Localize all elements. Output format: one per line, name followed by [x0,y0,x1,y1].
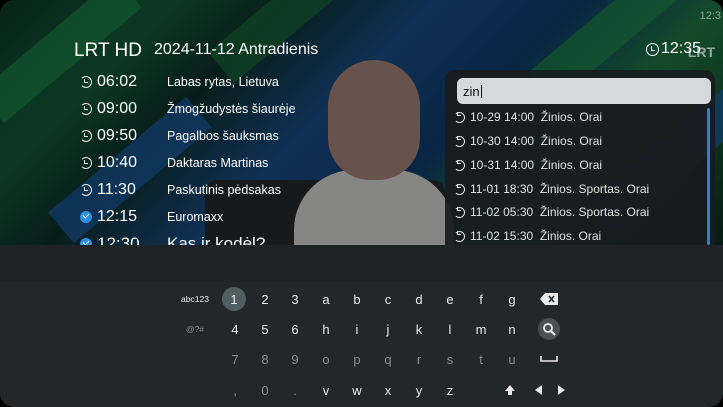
letter-key[interactable]: g [499,287,525,311]
digit-key[interactable]: 8 [252,347,278,371]
program-title: Daktaras Martinas [167,156,269,170]
search-result-item[interactable]: 10-31 14:00 Žinios. Orai [454,158,602,172]
results-scrollbar[interactable] [707,108,710,245]
keyboard-top-bar [0,245,723,282]
letter-key[interactable]: u [499,347,525,371]
program-row[interactable]: 09:00 Žmogžudystės šiaurėje [80,100,296,118]
letter-key[interactable]: o [313,347,339,371]
tv-screen: LRT 12:3 LRT HD 2024-11-12 Antradienis 1… [0,0,723,407]
history-icon [80,103,92,115]
channel-name: LRT HD [74,40,142,61]
letter-key[interactable]: x [375,378,401,402]
backspace-icon[interactable] [536,287,562,311]
digit-key[interactable]: 2 [252,287,278,311]
search-input[interactable]: zin [457,78,711,104]
letter-key[interactable]: f [468,287,494,311]
search-result-item[interactable]: 11-02 15:30 Žinios. Orai [454,229,601,243]
letter-key[interactable]: c [375,287,401,311]
letter-key[interactable]: p [344,347,370,371]
letter-key[interactable]: t [468,347,494,371]
digit-key[interactable]: 6 [282,317,308,341]
live-check-icon [80,211,92,223]
clock-icon [646,42,659,56]
clock-time: 12:35 [661,40,702,57]
digit-key[interactable]: 1 [222,287,246,311]
digit-key[interactable]: , [222,378,248,402]
search-icon[interactable] [536,317,562,341]
search-result-label: 10-31 14:00 Žinios. Orai [470,158,603,172]
letter-key[interactable]: v [313,378,339,402]
history-icon [80,76,92,88]
digit-key[interactable]: 3 [282,287,308,311]
shift-icon[interactable] [497,378,523,402]
letter-key[interactable]: s [437,347,463,371]
letter-key[interactable]: z [437,378,463,402]
history-icon [454,111,465,123]
history-icon [454,206,465,218]
digit-key[interactable]: 5 [252,317,278,341]
history-icon [454,183,465,195]
digit-key[interactable]: . [282,378,308,402]
program-row[interactable]: 10:40 Daktaras Martinas [80,154,268,172]
history-icon [80,184,92,196]
digit-key[interactable]: 0 [252,378,278,402]
letter-key[interactable]: n [499,317,525,341]
mode-abc-key[interactable]: abc123 [175,287,215,311]
history-icon [80,157,92,169]
program-time: 10:40 [97,154,138,171]
search-result-label: 10-29 14:00 Žinios. Orai [470,110,603,124]
program-title: Žmogžudystės šiaurėje [167,102,296,116]
letter-key[interactable]: j [375,317,401,341]
corner-clock: 12:3 [699,10,721,22]
history-icon [454,135,465,147]
letter-key[interactable]: i [344,317,370,341]
current-date: 2024-11-12 Antradienis [154,41,319,58]
search-result-label: 11-02 05:30 Žinios. Sportas. Orai [470,205,650,219]
mode-symbols-key[interactable]: @?# [175,317,215,341]
search-result-label: 11-01 18:30 Žinios. Sportas. Orai [470,182,650,196]
program-time: 09:00 [97,100,138,117]
letter-key[interactable]: r [406,347,432,371]
history-icon [80,130,92,142]
program-time: 12:15 [97,208,138,225]
history-icon [454,230,465,242]
history-icon [454,159,465,171]
clock: 12:35 [646,40,701,58]
letter-key[interactable]: q [375,347,401,371]
letter-key[interactable]: d [406,287,432,311]
letter-key[interactable]: k [406,317,432,341]
program-time: 06:02 [97,73,138,90]
arrow-right-icon[interactable] [548,378,574,402]
program-time: 11:30 [97,181,136,198]
letter-key[interactable]: e [437,287,463,311]
search-result-label: 10-30 14:00 Žinios. Orai [470,134,603,148]
search-result-item[interactable]: 11-01 18:30 Žinios. Sportas. Orai [454,182,649,196]
search-result-item[interactable]: 11-02 05:30 Žinios. Sportas. Orai [454,205,649,219]
program-time: 09:50 [97,127,138,144]
letter-key[interactable]: b [344,287,370,311]
digit-key[interactable]: 7 [222,347,248,371]
letter-key[interactable]: l [437,317,463,341]
search-result-item[interactable]: 10-29 14:00 Žinios. Orai [454,110,602,124]
program-title: Euromaxx [167,210,224,224]
program-row[interactable]: 11:30 Paskutinis pėdsakas [80,181,281,199]
program-title: Pagalbos šauksmas [167,129,279,143]
program-row[interactable]: 06:02 Labas rytas, Lietuva [80,73,279,91]
space-icon[interactable] [536,347,562,371]
digit-key[interactable]: 4 [222,317,248,341]
letter-key[interactable]: y [406,378,432,402]
digit-key[interactable]: 9 [282,347,308,371]
program-row[interactable]: 12:15 Euromaxx [80,208,223,226]
program-title: Labas rytas, Lietuva [167,75,279,89]
search-result-label: 11-02 15:30 Žinios. Orai [470,229,602,243]
program-row[interactable]: 09:50 Pagalbos šauksmas [80,127,279,145]
letter-key[interactable]: h [313,317,339,341]
search-result-item[interactable]: 10-30 14:00 Žinios. Orai [454,134,602,148]
letter-key[interactable]: m [468,317,494,341]
program-title: Paskutinis pėdsakas [167,183,281,197]
letter-key[interactable]: a [313,287,339,311]
letter-key[interactable]: w [344,378,370,402]
